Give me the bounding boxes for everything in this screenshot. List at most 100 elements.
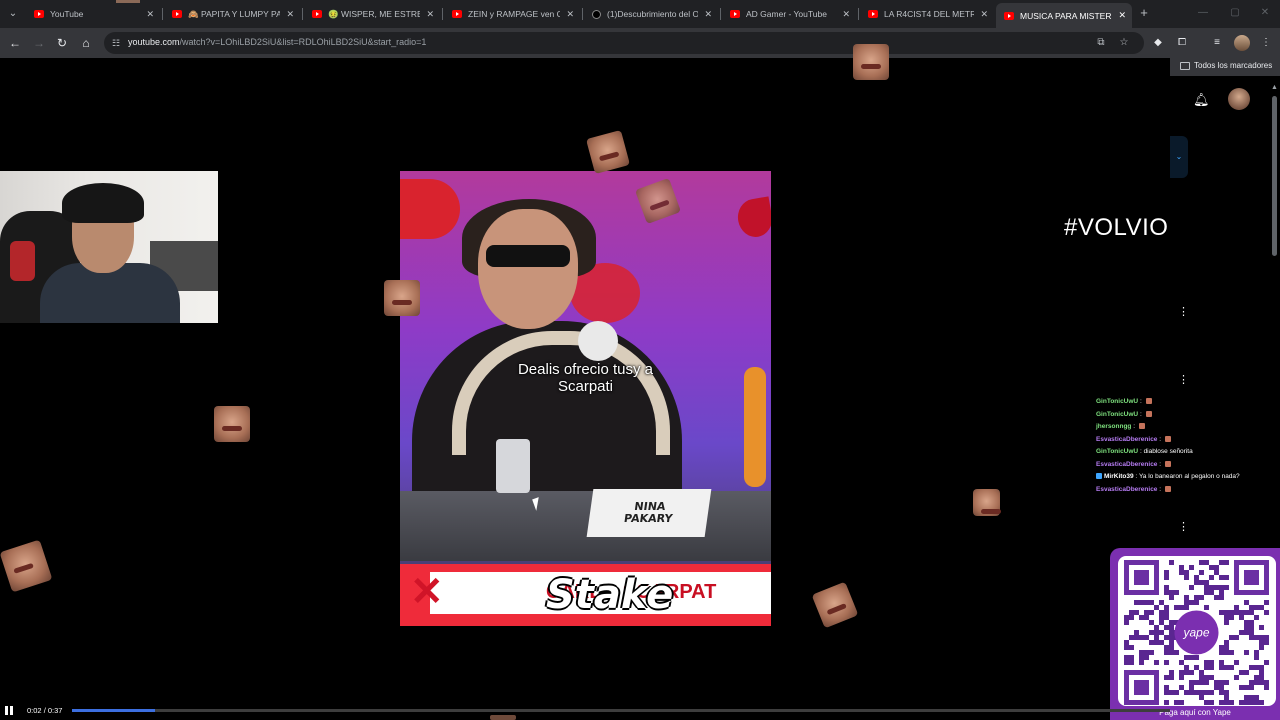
face-emote-icon <box>1145 398 1152 405</box>
folder-icon <box>1180 62 1190 70</box>
chat-text: diablose señorita <box>1143 448 1193 455</box>
close-icon[interactable]: ✕ <box>1118 10 1126 21</box>
tab-youtube[interactable]: YouTube ✕ <box>26 3 160 25</box>
sunglasses <box>486 245 570 267</box>
chat-separator: : <box>1157 435 1163 443</box>
tab-divider <box>162 8 163 20</box>
chat-separator: : <box>1138 398 1144 405</box>
tab-tiktok[interactable]: (1)Descubrimiento del Or ✕ <box>584 3 718 25</box>
close-icon[interactable]: ✕ <box>286 9 294 20</box>
profile-avatar[interactable] <box>1234 35 1250 51</box>
side-scrollbar[interactable] <box>1270 84 1278 284</box>
close-icon[interactable]: ✕ <box>980 9 988 20</box>
close-icon[interactable]: ✕ <box>146 9 154 20</box>
nameplate: NINA PAKARY <box>586 489 712 537</box>
close-icon[interactable]: ✕ <box>704 9 712 20</box>
window-close-icon[interactable]: ✕ <box>1258 6 1272 20</box>
yape-qr-card: yape Paga aquí con Yape <box>1110 548 1280 720</box>
chat-separator: : <box>1157 485 1163 493</box>
pause-icon[interactable] <box>5 706 15 715</box>
install-app-icon[interactable]: ⧉ <box>1094 36 1108 50</box>
new-tab-plus-icon[interactable]: + <box>1136 5 1152 21</box>
more-vert-icon[interactable]: ⋮ <box>1178 373 1189 387</box>
forward-arrow-icon[interactable]: → <box>30 34 48 52</box>
microphone <box>578 321 618 361</box>
tab-papita[interactable]: 🙈 PAPITA Y LUMPY PARA ✕ <box>164 3 300 25</box>
home-icon[interactable]: ⌂ <box>77 34 95 52</box>
tab-divider <box>582 8 583 20</box>
minimize-icon[interactable]: — <box>1196 6 1210 20</box>
current-time: 0:02 <box>27 706 42 715</box>
video-caption: Dealis ofrecio tusy a Scarpati <box>400 361 771 395</box>
x-logo-icon: ✕ <box>410 570 444 614</box>
face-emote <box>214 406 250 442</box>
tab-search-icon[interactable]: ⌄ <box>4 5 22 23</box>
face-emote-icon <box>1164 485 1171 492</box>
maximize-icon[interactable]: ▢ <box>1228 6 1242 20</box>
user-avatar[interactable] <box>1228 88 1250 110</box>
extension-diamond-icon[interactable]: ◆ <box>1150 35 1166 51</box>
qr-pattern-icon: yape <box>1124 560 1269 705</box>
tab-wisper[interactable]: 🤢 WISPER, ME ESTRESAS ✕ <box>304 3 440 25</box>
main-video-frame[interactable]: NINA PAKARY Dealis ofrecio tusy a Scarpa… <box>400 171 771 626</box>
progress-played <box>72 709 156 712</box>
tab-racista[interactable]: LA R4CIST4 DEL METROP ✕ <box>860 3 994 25</box>
chevron-down-icon[interactable]: ⌄ <box>1170 136 1188 178</box>
tab-divider <box>720 8 721 20</box>
tab-title: 🙈 PAPITA Y LUMPY PARA <box>188 8 281 19</box>
tab-title: LA R4CIST4 DEL METROP <box>884 9 975 19</box>
tab-divider <box>302 8 303 20</box>
youtube-icon <box>1004 11 1014 20</box>
show-logo-left <box>400 179 460 239</box>
address-bar[interactable]: ☷ youtube.com/watch?v=LOhiLBD2SiU&list=R… <box>104 32 1144 54</box>
chrome-menu-icon[interactable]: ⋮ <box>1258 35 1274 51</box>
chat-separator: : <box>1131 423 1137 430</box>
all-bookmarks-link[interactable]: Todos los marcadores <box>1194 61 1272 70</box>
chat-username: GinTonicUwU <box>1096 398 1139 405</box>
tab-title: AD Gamer - YouTube <box>746 9 827 19</box>
close-icon[interactable]: ✕ <box>566 9 574 20</box>
tab-musica-active[interactable]: MUSICA PARA MISTERIO ✕ <box>996 3 1132 28</box>
youtube-icon <box>34 10 44 18</box>
face-emote <box>973 489 1001 516</box>
tab-divider <box>442 8 443 20</box>
reload-icon[interactable]: ↻ <box>53 34 71 52</box>
studio-desk <box>400 491 771 561</box>
chat-separator: : <box>1138 410 1144 418</box>
site-info-icon[interactable]: ☷ <box>112 37 124 49</box>
extensions-puzzle-icon[interactable]: ⧠ <box>1174 35 1190 51</box>
chat-message: EsvasticaDberenice : <box>1096 434 1280 447</box>
tab-ad-gamer[interactable]: AD Gamer - YouTube ✕ <box>722 3 856 25</box>
chat-username: EsvasticaDberenice <box>1096 460 1158 468</box>
browser-toolbar: ← → ↻ ⌂ ☷ youtube.com/watch?v=LOhiLBD2Si… <box>0 28 1280 58</box>
chat-username: GinTonicUwU <box>1096 448 1139 455</box>
more-vert-icon[interactable]: ⋮ <box>1178 520 1189 534</box>
progress-bar[interactable] <box>72 709 1170 712</box>
chat-username: EsvasticaDberenice <box>1096 435 1158 443</box>
more-vert-icon[interactable]: ⋮ <box>1178 305 1189 319</box>
chat-username: MirKito39 <box>1104 473 1134 480</box>
back-arrow-icon[interactable]: ← <box>6 34 24 52</box>
close-icon[interactable]: ✕ <box>842 9 850 20</box>
scrollbar-thumb[interactable] <box>1272 96 1277 256</box>
duration: 0:37 <box>47 706 63 715</box>
tab-zein[interactable]: ZEIN y RAMPAGE ven CLIP ✕ <box>444 3 580 25</box>
tab-title: ZEIN y RAMPAGE ven CLIP <box>468 9 561 19</box>
chat-message: GinTonicUwU : diablose señorita <box>1096 446 1280 459</box>
nameplate-line-2: PAKARY <box>623 512 674 525</box>
bookmarks-bar: Todos los marcadores <box>1170 58 1280 76</box>
url-path: /watch?v=LOhiLBD2SiU&list=RDLOhiLBD2SiU&… <box>179 37 427 47</box>
youtube-icon <box>312 10 322 18</box>
chat-message: EsvasticaDberenice : <box>1096 459 1280 472</box>
chat-message: MirKito39 : Ya lo banearon al pegalon o … <box>1096 471 1280 484</box>
chat-separator: : <box>1157 460 1163 468</box>
phone-on-stand <box>496 439 530 493</box>
chat-message: jhersonngg : <box>1096 421 1280 434</box>
notifications-bell-icon[interactable]: 🔔︎ <box>1193 92 1210 108</box>
media-controls-icon[interactable]: ≡ <box>1209 35 1225 51</box>
chat-message: GinTonicUwU : <box>1096 409 1280 422</box>
chat-username: GinTonicUwU <box>1096 410 1139 418</box>
close-icon[interactable]: ✕ <box>426 9 434 20</box>
bookmark-star-icon[interactable]: ☆ <box>1117 36 1131 50</box>
sponsor-logo: Stake <box>546 572 674 618</box>
